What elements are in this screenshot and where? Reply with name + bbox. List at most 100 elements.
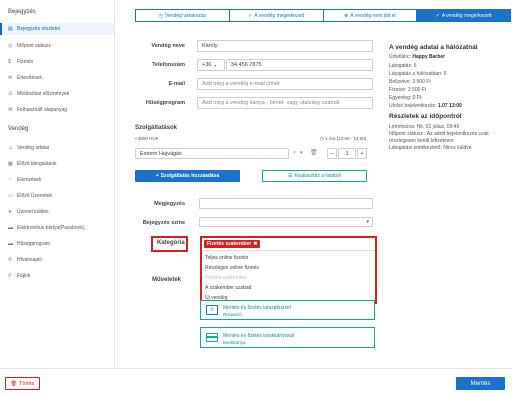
- sidebar-item-loyalty[interactable]: ▬ Hűségprogram: [0, 238, 114, 250]
- category-option[interactable]: A szakember szabad: [205, 285, 251, 291]
- category-option[interactable]: Részleges online fizetés: [205, 265, 259, 271]
- mail-icon: ✉: [8, 75, 13, 81]
- phone-prefix-select[interactable]: +36 ▾: [197, 59, 225, 71]
- clock-icon: ◷: [320, 136, 324, 141]
- category-selected-tag[interactable]: Fizetés szakember ✖: [204, 240, 261, 248]
- pay-cash-button[interactable]: ① Mentés és fizetés készpénzzel Recepció: [200, 300, 375, 320]
- list-icon: ☰: [288, 173, 293, 179]
- entry-color-select[interactable]: ▾: [199, 217, 373, 227]
- loyalty-input[interactable]: Add meg a vendég kártya-, bérlet- vagy u…: [197, 97, 373, 109]
- phone-input[interactable]: 34 456 7875: [226, 59, 373, 71]
- info-label: Fizetve:: [389, 87, 407, 93]
- sidebar-item-send-message[interactable]: ➤ Üzenet küldés: [0, 206, 114, 218]
- clock-icon: ◷: [158, 12, 163, 19]
- cash-icon: ①: [206, 305, 218, 315]
- sidebar-item-call-log[interactable]: ✆ Hívásnapló: [0, 254, 114, 266]
- sidebar-item-entry-details[interactable]: ▤ Bejegyzés részletei: [0, 23, 114, 35]
- pay-card-button[interactable]: Mentés és fizetés bankkártyával Bankkárt…: [200, 327, 375, 348]
- info-label: Utolsó bejelentkezés:: [389, 103, 437, 109]
- sidebar-item-label: Előző látogatások: [17, 161, 57, 167]
- info-value: Happy Barber: [412, 54, 446, 60]
- info-label: Befizetve:: [389, 79, 411, 85]
- category-option-disabled: Fizetés szakember: [205, 275, 247, 281]
- service-price: ▪ 3500 HUF: [135, 136, 158, 141]
- pay-cash-title: Mentés és fizetés készpénzzel: [223, 305, 291, 311]
- sidebar-item-label: Fájlok: [17, 273, 31, 279]
- tab-guest-arrived[interactable]: ✓ A vendég megérkezett: [229, 10, 324, 21]
- info-label: Üzletlánc:: [389, 54, 411, 60]
- service-time: ◷ 1 óra (13:00 - 14:00): [320, 136, 366, 142]
- sidebar-item-passbook[interactable]: ▬ Elektronikus kártya(Passbook): [0, 222, 114, 234]
- phone-prefix-value: +36: [202, 62, 212, 68]
- check-circle-icon: ✓: [248, 12, 253, 19]
- guest-name-input[interactable]: Károly: [197, 40, 373, 52]
- close-icon[interactable]: ✖: [253, 241, 257, 247]
- info-label: Látogatás:: [389, 63, 413, 69]
- sidebar-item-notifications[interactable]: ✉ Értesítések: [0, 72, 114, 84]
- services-label: Szolgáltatások: [135, 125, 178, 131]
- network-info-line: Befizetve: 3 500 Ft: [389, 79, 431, 85]
- trash-icon[interactable]: 🗑: [310, 149, 318, 156]
- calendar-icon: ▦: [8, 161, 13, 167]
- status-tabs: ◷ Vendég várakozás ✓ A vendég megérkezet…: [135, 9, 511, 22]
- quantity-increase-button[interactable]: +: [357, 148, 367, 159]
- x-circle-icon: ⊗: [344, 12, 349, 19]
- history-icon: ↺: [8, 91, 13, 97]
- sidebar-item-history[interactable]: ↺ Módosítási előzmények: [0, 88, 114, 100]
- clear-icon[interactable]: ×: [293, 150, 296, 156]
- tab-label: A vendég megérkezett: [254, 12, 305, 19]
- check-circle-icon: ✓: [435, 12, 440, 19]
- add-service-button[interactable]: + Szolgáltatás hozzáadása: [135, 170, 240, 182]
- tab-label: A vendég megérkezett: [441, 12, 492, 19]
- add-service-label: Szolgáltatás hozzáadása: [160, 173, 220, 179]
- dropdown-divider: [202, 250, 375, 251]
- pay-card-title: Mentés és fizetés bankkártyával: [223, 333, 295, 339]
- quantity-stepper[interactable]: 1: [338, 148, 356, 159]
- appointment-line: Létrehozva: Hé, 01 július, 09:49: [389, 124, 460, 130]
- sidebar-item-files[interactable]: ⚲ Fájlok: [0, 270, 114, 282]
- sidebar-item-label: Elemzések: [17, 177, 42, 183]
- chevron-down-icon[interactable]: ▾: [300, 150, 303, 156]
- quantity-decrease-button[interactable]: −: [327, 148, 337, 159]
- network-info-line: Egyenleg: 0 Ft: [389, 95, 421, 101]
- email-input[interactable]: Add meg a vendég e-mail címét: [197, 78, 373, 90]
- tab-guest-arrived-active[interactable]: ✓ A vendég megérkezett: [417, 10, 510, 21]
- user-icon: ☺: [8, 145, 14, 151]
- category-option[interactable]: Teljes online fizetés: [205, 255, 248, 261]
- sidebar-item-analytics[interactable]: ◔ Elemzések: [0, 174, 114, 186]
- service-select[interactable]: Extrem Hajvágás: [135, 148, 289, 159]
- network-info-title: A vendég adatai a hálózatnál: [389, 44, 478, 51]
- save-button[interactable]: Mentés: [456, 377, 505, 390]
- sidebar-item-label: Hűségprogram: [17, 241, 51, 247]
- delete-label: Törlés: [19, 380, 35, 387]
- sidebar-item-label: Értesítések: [17, 75, 43, 81]
- select-from-list-button[interactable]: ☰ Kiválasztás a listából: [262, 170, 367, 182]
- plus-icon: +: [155, 173, 159, 179]
- network-info-line: Látogatás: 6: [389, 63, 417, 69]
- sidebar-item-materials[interactable]: ⚒ Felhasznált alapanyag: [0, 104, 114, 116]
- document-icon: ▤: [8, 26, 13, 32]
- entry-color-label: Bejegyzés színe: [142, 220, 185, 226]
- sidebar-item-payment[interactable]: $ Fizetés: [0, 56, 114, 68]
- sidebar-item-guest-data[interactable]: ☺ Vendég adatai: [0, 142, 114, 154]
- network-info-line: Üzletlánc: Happy Barber: [389, 54, 445, 60]
- delete-button[interactable]: 🗑 Törlés: [5, 377, 40, 390]
- loyalty-label: Hűségprogram: [145, 100, 185, 106]
- tab-guest-waiting[interactable]: ◷ Vendég várakozás: [136, 10, 230, 21]
- info-label: Egyenleg:: [389, 95, 412, 101]
- sidebar-item-label: Üzenet küldés: [17, 209, 49, 215]
- tab-label: A vendég nem jött el: [350, 12, 396, 19]
- category-tag-label: Fizetés szakember: [207, 241, 252, 247]
- info-value: 3 500 Ft: [407, 87, 427, 93]
- info-value: 1.07 13:00: [437, 103, 462, 109]
- tab-guest-no-show[interactable]: ⊗ A vendég nem jött el: [323, 10, 418, 21]
- sidebar-item-appointment-status[interactable]: ◷ Időpont státusz: [0, 40, 114, 52]
- card-icon: ▬: [8, 241, 13, 247]
- send-icon: ➤: [8, 209, 13, 215]
- info-value: 3 500 Ft: [412, 79, 431, 85]
- footer: 🗑 Törlés Mentés: [0, 368, 512, 395]
- sidebar-item-previous-visits[interactable]: ▦ Előző látogatások: [0, 158, 114, 170]
- sidebar: Bejegyzés ▤ Bejegyzés részletei ◷ Időpon…: [0, 0, 115, 368]
- sidebar-item-previous-messages[interactable]: ▭ Előző Üzenetek: [0, 190, 114, 202]
- note-input[interactable]: [199, 198, 373, 209]
